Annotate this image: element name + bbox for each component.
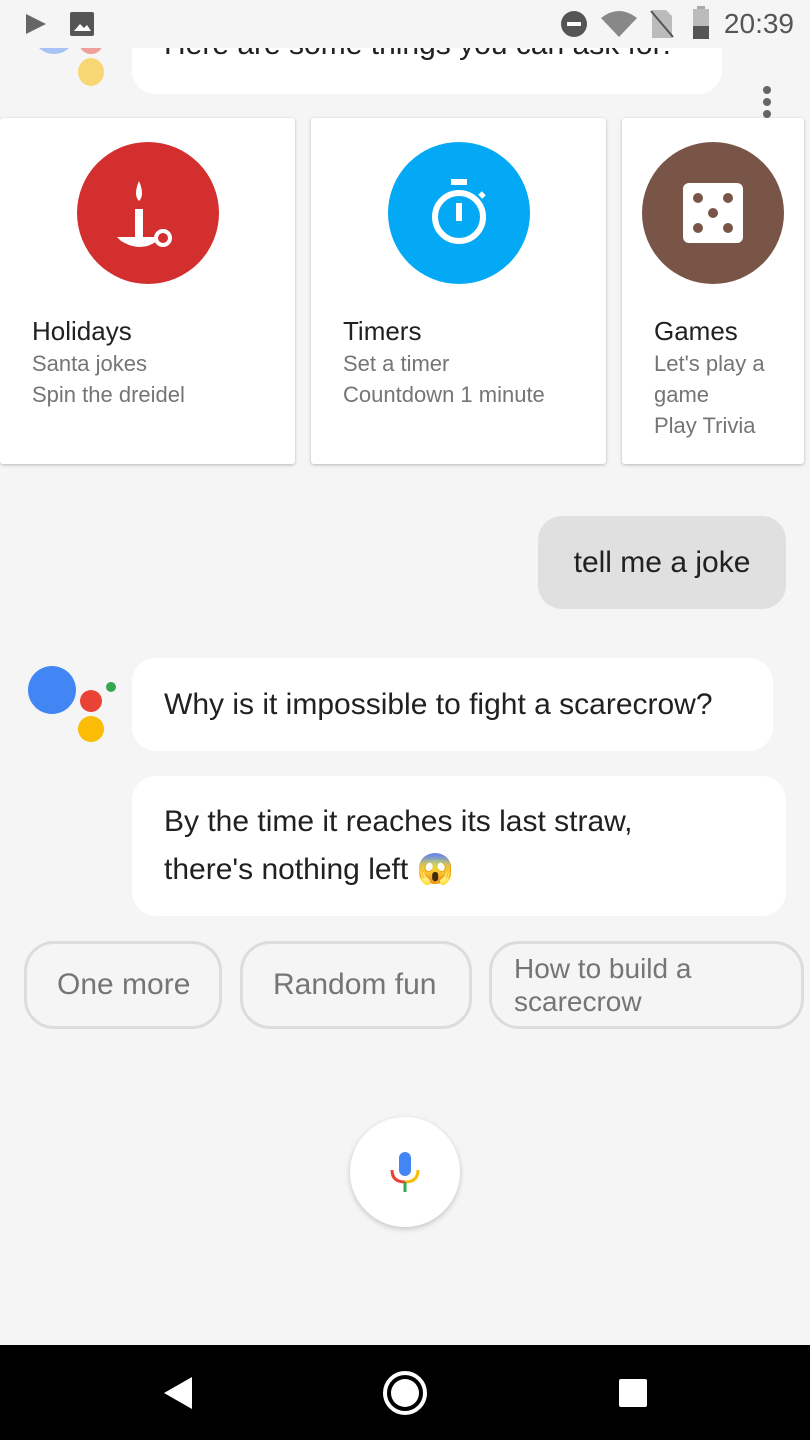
stopwatch-icon xyxy=(388,142,530,284)
navigation-bar xyxy=(0,1345,810,1440)
chip-label: How to build a scarecrow xyxy=(514,953,692,1017)
clock: 20:39 xyxy=(723,8,794,39)
status-bar: 20:39 xyxy=(0,0,810,48)
wifi-icon xyxy=(601,11,637,37)
dice-icon xyxy=(642,142,784,284)
battery-icon xyxy=(693,6,709,39)
play-store-icon xyxy=(26,14,46,34)
no-sim-icon xyxy=(650,10,674,38)
assistant-message-text: By the time it reaches its last straw, xyxy=(164,805,633,838)
card-title: Timers xyxy=(343,316,422,346)
mic-button[interactable] xyxy=(350,1117,460,1227)
back-button[interactable] xyxy=(160,1375,196,1411)
card-suggestion: Santa jokes xyxy=(32,351,147,376)
microphone-icon xyxy=(390,1152,420,1192)
chip-one-more[interactable]: One more xyxy=(24,941,222,1029)
image-icon xyxy=(70,12,94,36)
chip-random-fun[interactable]: Random fun xyxy=(240,941,472,1029)
card-title: Holidays xyxy=(32,316,132,346)
chip-label: One more xyxy=(57,968,191,1001)
chip-label: Random fun xyxy=(273,968,437,1001)
recents-button[interactable] xyxy=(617,1377,649,1409)
card-suggestion: Countdown 1 minute xyxy=(343,382,545,407)
home-button[interactable] xyxy=(381,1369,429,1417)
more-options-button[interactable] xyxy=(760,86,774,120)
do-not-disturb-icon xyxy=(561,11,587,37)
assistant-logo xyxy=(28,664,118,746)
assistant-message-text: there's nothing left 😱 xyxy=(164,853,454,886)
card-suggestion: Let's play a game xyxy=(654,351,765,407)
assistant-message-text: Why is it impossible to fight a scarecro… xyxy=(164,687,713,721)
candle-icon xyxy=(77,142,219,284)
user-bubble: tell me a joke xyxy=(538,516,786,609)
card-suggestion: Spin the dreidel xyxy=(32,382,185,407)
suggestion-card-holidays[interactable]: Holidays Santa jokes Spin the dreidel xyxy=(0,118,295,464)
card-title: Games xyxy=(654,316,738,346)
assistant-bubble-question: Why is it impossible to fight a scarecro… xyxy=(132,658,773,751)
card-suggestion: Set a timer xyxy=(343,351,450,376)
card-suggestion: Play Trivia xyxy=(654,413,756,438)
user-message-text: tell me a joke xyxy=(573,545,751,579)
chip-build-scarecrow[interactable]: How to build a scarecrow xyxy=(489,941,804,1029)
suggestion-card-timers[interactable]: Timers Set a timer Countdown 1 minute xyxy=(311,118,606,464)
assistant-bubble-answer: By the time it reaches its last straw, t… xyxy=(132,776,786,916)
suggestion-card-games[interactable]: Games Let's play a game Play Trivia xyxy=(622,118,804,464)
